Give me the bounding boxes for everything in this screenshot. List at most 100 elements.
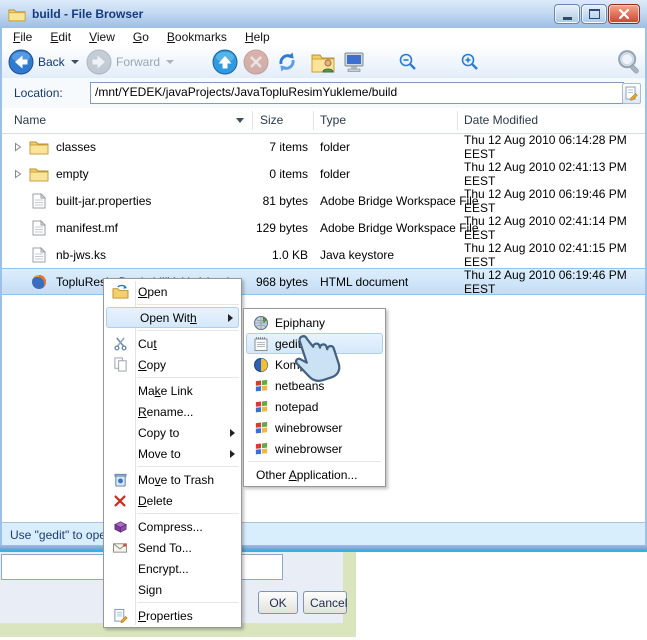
menu-item-rename[interactable]: Rename... bbox=[104, 401, 241, 422]
windows-app-icon bbox=[250, 441, 272, 456]
computer-button[interactable] bbox=[342, 49, 368, 75]
column-divider[interactable] bbox=[457, 111, 458, 130]
menubar: File Edit View Go Bookmarks Help bbox=[2, 28, 647, 46]
kompozer-icon bbox=[250, 357, 272, 373]
menu-file[interactable]: File bbox=[4, 28, 41, 46]
folder-icon bbox=[26, 166, 52, 182]
edit-location-button[interactable] bbox=[622, 83, 641, 104]
menu-item-move-to-trash[interactable]: Move to Trash bbox=[104, 469, 241, 490]
search-icon bbox=[618, 50, 639, 74]
menu-item-sign[interactable]: Sign bbox=[104, 579, 241, 600]
screen: OK Cancel build - File Browser File Edit… bbox=[0, 0, 647, 640]
reload-button[interactable] bbox=[274, 49, 300, 75]
location-bar: Location: /mnt/YEDEK/javaProjects/JavaTo… bbox=[2, 78, 645, 109]
zoom-out-button[interactable] bbox=[398, 52, 418, 72]
back-icon bbox=[8, 49, 34, 75]
close-button[interactable] bbox=[608, 4, 640, 24]
windows-app-icon bbox=[250, 399, 272, 414]
location-label: Location: bbox=[14, 86, 63, 100]
ok-button[interactable]: OK bbox=[258, 591, 298, 614]
maximize-icon bbox=[588, 9, 600, 19]
menu-item-copy-to[interactable]: Copy to bbox=[104, 422, 241, 443]
menu-item-open-with[interactable]: Open With bbox=[106, 307, 239, 328]
open-with-item-winebrowser-1[interactable]: winebrowser bbox=[244, 417, 385, 438]
compress-icon bbox=[104, 519, 136, 534]
menu-item-cut[interactable]: Cut bbox=[104, 333, 241, 354]
menu-separator bbox=[137, 466, 239, 467]
expander-icon[interactable] bbox=[10, 169, 26, 179]
file-row-built-jar[interactable]: built-jar.properties 81 bytes Adobe Brid… bbox=[2, 187, 645, 215]
menu-separator bbox=[248, 461, 381, 462]
file-row-classes[interactable]: classes 7 items folder Thu 12 Aug 2010 0… bbox=[2, 133, 645, 161]
expander-icon[interactable] bbox=[10, 142, 26, 152]
firefox-icon bbox=[26, 274, 52, 290]
close-icon bbox=[618, 9, 630, 19]
forward-button[interactable]: Forward bbox=[86, 49, 175, 75]
submenu-arrow-icon bbox=[230, 428, 235, 437]
menu-edit[interactable]: Edit bbox=[41, 28, 80, 46]
status-bar: Use "gedit" to open bbox=[2, 522, 645, 546]
minimize-icon bbox=[562, 16, 572, 20]
trash-icon bbox=[104, 472, 136, 487]
forward-dropdown-icon bbox=[166, 60, 175, 64]
menu-item-encrypt[interactable]: Encrypt... bbox=[104, 558, 241, 579]
menu-item-send-to[interactable]: Send To... bbox=[104, 537, 241, 558]
minimize-button[interactable] bbox=[554, 4, 580, 24]
open-with-item-notepad[interactable]: notepad bbox=[244, 396, 385, 417]
file-row-empty[interactable]: empty 0 items folder Thu 12 Aug 2010 02:… bbox=[2, 160, 645, 188]
open-with-item-other-application[interactable]: Other Application... bbox=[244, 464, 385, 485]
epiphany-icon bbox=[250, 315, 272, 331]
menu-item-make-link[interactable]: Make Link bbox=[104, 380, 241, 401]
status-text: Use "gedit" to open bbox=[10, 527, 113, 542]
up-button[interactable] bbox=[212, 49, 238, 75]
menu-item-delete[interactable]: Delete bbox=[104, 490, 241, 511]
stop-button bbox=[243, 49, 269, 75]
delete-icon bbox=[104, 494, 136, 508]
window-controls bbox=[554, 4, 640, 24]
menu-view[interactable]: View bbox=[80, 28, 124, 46]
back-button[interactable]: Back bbox=[8, 49, 79, 75]
search-button[interactable] bbox=[615, 48, 643, 76]
window-title: build - File Browser bbox=[32, 7, 144, 21]
cut-icon bbox=[104, 336, 136, 351]
menu-item-open[interactable]: Open bbox=[104, 281, 241, 302]
column-divider[interactable] bbox=[252, 111, 253, 130]
file-row-nb-jws[interactable]: nb-jws.ks 1.0 KB Java keystore Thu 12 Au… bbox=[2, 241, 645, 269]
column-header-size[interactable]: Size bbox=[260, 113, 283, 127]
titlebar[interactable]: build - File Browser bbox=[0, 0, 647, 29]
send-to-icon bbox=[104, 541, 136, 554]
cancel-button[interactable]: Cancel bbox=[303, 591, 347, 614]
zoom-in-icon bbox=[461, 53, 478, 70]
menu-go[interactable]: Go bbox=[124, 28, 158, 46]
computer-icon bbox=[344, 52, 364, 72]
column-header-type[interactable]: Type bbox=[320, 113, 346, 127]
menu-separator bbox=[137, 377, 239, 378]
back-dropdown-icon[interactable] bbox=[70, 60, 79, 64]
menu-item-compress[interactable]: Compress... bbox=[104, 516, 241, 537]
file-row-selected-html[interactable]: TopluResimDegistiriliYukle1.html 968 byt… bbox=[2, 268, 645, 296]
edit-location-icon bbox=[625, 86, 638, 101]
file-row-manifest[interactable]: manifest.mf 129 bytes Adobe Bridge Works… bbox=[2, 214, 645, 242]
zoom-out-icon bbox=[399, 53, 416, 70]
folder-icon bbox=[26, 139, 52, 155]
open-with-item-winebrowser-2[interactable]: winebrowser bbox=[244, 438, 385, 459]
open-icon bbox=[104, 284, 136, 299]
menu-bookmarks[interactable]: Bookmarks bbox=[158, 28, 236, 46]
location-input[interactable]: /mnt/YEDEK/javaProjects/JavaTopluResimYu… bbox=[90, 82, 624, 104]
zoom-in-button[interactable] bbox=[460, 52, 480, 72]
home-button[interactable] bbox=[310, 50, 336, 74]
menu-help[interactable]: Help bbox=[236, 28, 279, 46]
maximize-button[interactable] bbox=[581, 4, 607, 24]
menu-item-copy[interactable]: Copy bbox=[104, 354, 241, 375]
menu-item-properties[interactable]: Properties bbox=[104, 605, 241, 626]
menu-item-move-to[interactable]: Move to bbox=[104, 443, 241, 464]
column-header-name[interactable]: Name bbox=[14, 113, 46, 127]
menu-separator bbox=[137, 304, 239, 305]
gedit-icon bbox=[250, 336, 272, 352]
column-header-date[interactable]: Date Modified bbox=[464, 113, 538, 127]
column-divider[interactable] bbox=[313, 111, 314, 130]
menu-separator bbox=[137, 513, 239, 514]
windows-app-icon bbox=[250, 420, 272, 435]
document-icon bbox=[26, 246, 52, 263]
submenu-arrow-icon bbox=[228, 313, 233, 322]
